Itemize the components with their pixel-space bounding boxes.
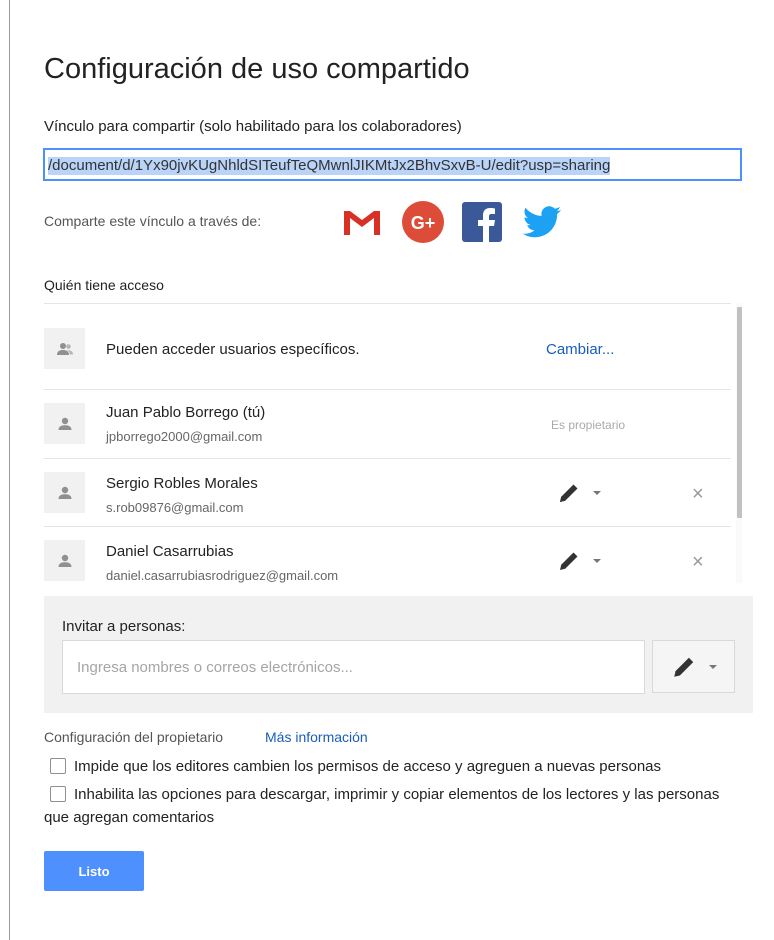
group-icon	[44, 328, 85, 369]
person-email: jpborrego2000@gmail.com	[106, 429, 263, 444]
google-plus-icon[interactable]: G+	[401, 200, 445, 244]
svg-text:G+: G+	[411, 213, 436, 233]
person-icon	[44, 540, 85, 581]
share-link-value: /document/d/1Yx90jvKUgNhldSITeufTeQMwnlJ…	[48, 157, 611, 175]
person-name: Daniel Casarrubias	[106, 543, 234, 560]
prevent-editors-text: Impide que los editores cambien los perm…	[74, 758, 662, 775]
scrollbar-thumb[interactable]	[737, 307, 742, 518]
general-access-text: Pueden acceder usuarios específicos.	[106, 341, 360, 358]
invite-permission-dropdown[interactable]	[652, 640, 735, 693]
remove-person-button[interactable]: ×	[692, 483, 704, 506]
pencil-icon	[560, 552, 578, 570]
chevron-down-icon	[593, 491, 601, 495]
permission-dropdown[interactable]	[557, 549, 613, 573]
owner-role-label: Es propietario	[551, 418, 626, 432]
gmail-icon[interactable]	[340, 200, 384, 244]
facebook-icon[interactable]	[460, 200, 504, 244]
change-access-link[interactable]: Cambiar...	[546, 341, 614, 358]
invite-panel: Invitar a personas:	[44, 596, 753, 713]
person-email: daniel.casarrubiasrodriguez@gmail.com	[106, 568, 339, 583]
share-link-label: Vínculo para compartir (solo habilitado …	[44, 118, 462, 135]
person-name: Juan Pablo Borrego (tú)	[106, 404, 266, 421]
person-row: Sergio Robles Morales s.rob09876@gmail.c…	[44, 459, 731, 526]
done-button[interactable]: Listo	[44, 851, 144, 891]
person-icon	[44, 403, 85, 444]
owner-settings-label: Configuración del propietario	[44, 729, 223, 745]
access-list[interactable]: Pueden acceder usuarios específicos. Cam…	[44, 303, 742, 583]
disable-download-text: Inhabilita las opciones para descargar, …	[44, 786, 720, 826]
general-access-row: Pueden acceder usuarios específicos. Cam…	[44, 303, 731, 389]
person-name: Sergio Robles Morales	[106, 475, 258, 492]
chevron-down-icon	[593, 559, 601, 563]
access-section-label: Quién tiene acceso	[44, 277, 164, 293]
person-icon	[44, 472, 85, 513]
person-row: Juan Pablo Borrego (tú) jpborrego2000@gm…	[44, 390, 731, 458]
person-row: Daniel Casarrubias daniel.casarrubiasrod…	[44, 527, 731, 583]
more-info-link[interactable]: Más información	[265, 729, 368, 745]
prevent-editors-checkbox[interactable]	[50, 758, 66, 774]
invite-label: Invitar a personas:	[62, 618, 186, 635]
twitter-icon[interactable]	[520, 200, 564, 244]
pencil-icon	[673, 657, 693, 677]
person-email: s.rob09876@gmail.com	[106, 500, 244, 515]
invite-input[interactable]	[62, 640, 645, 694]
dialog-title: Configuración de uso compartido	[44, 53, 470, 86]
permission-dropdown[interactable]	[557, 481, 613, 505]
share-link-field[interactable]: /document/d/1Yx90jvKUgNhldSITeufTeQMwnlJ…	[43, 148, 742, 181]
share-via-label: Comparte este vínculo a través de:	[44, 213, 262, 229]
remove-person-button[interactable]: ×	[692, 551, 704, 574]
window-edge	[9, 0, 10, 940]
chevron-down-icon	[708, 664, 717, 669]
pencil-icon	[560, 484, 578, 502]
